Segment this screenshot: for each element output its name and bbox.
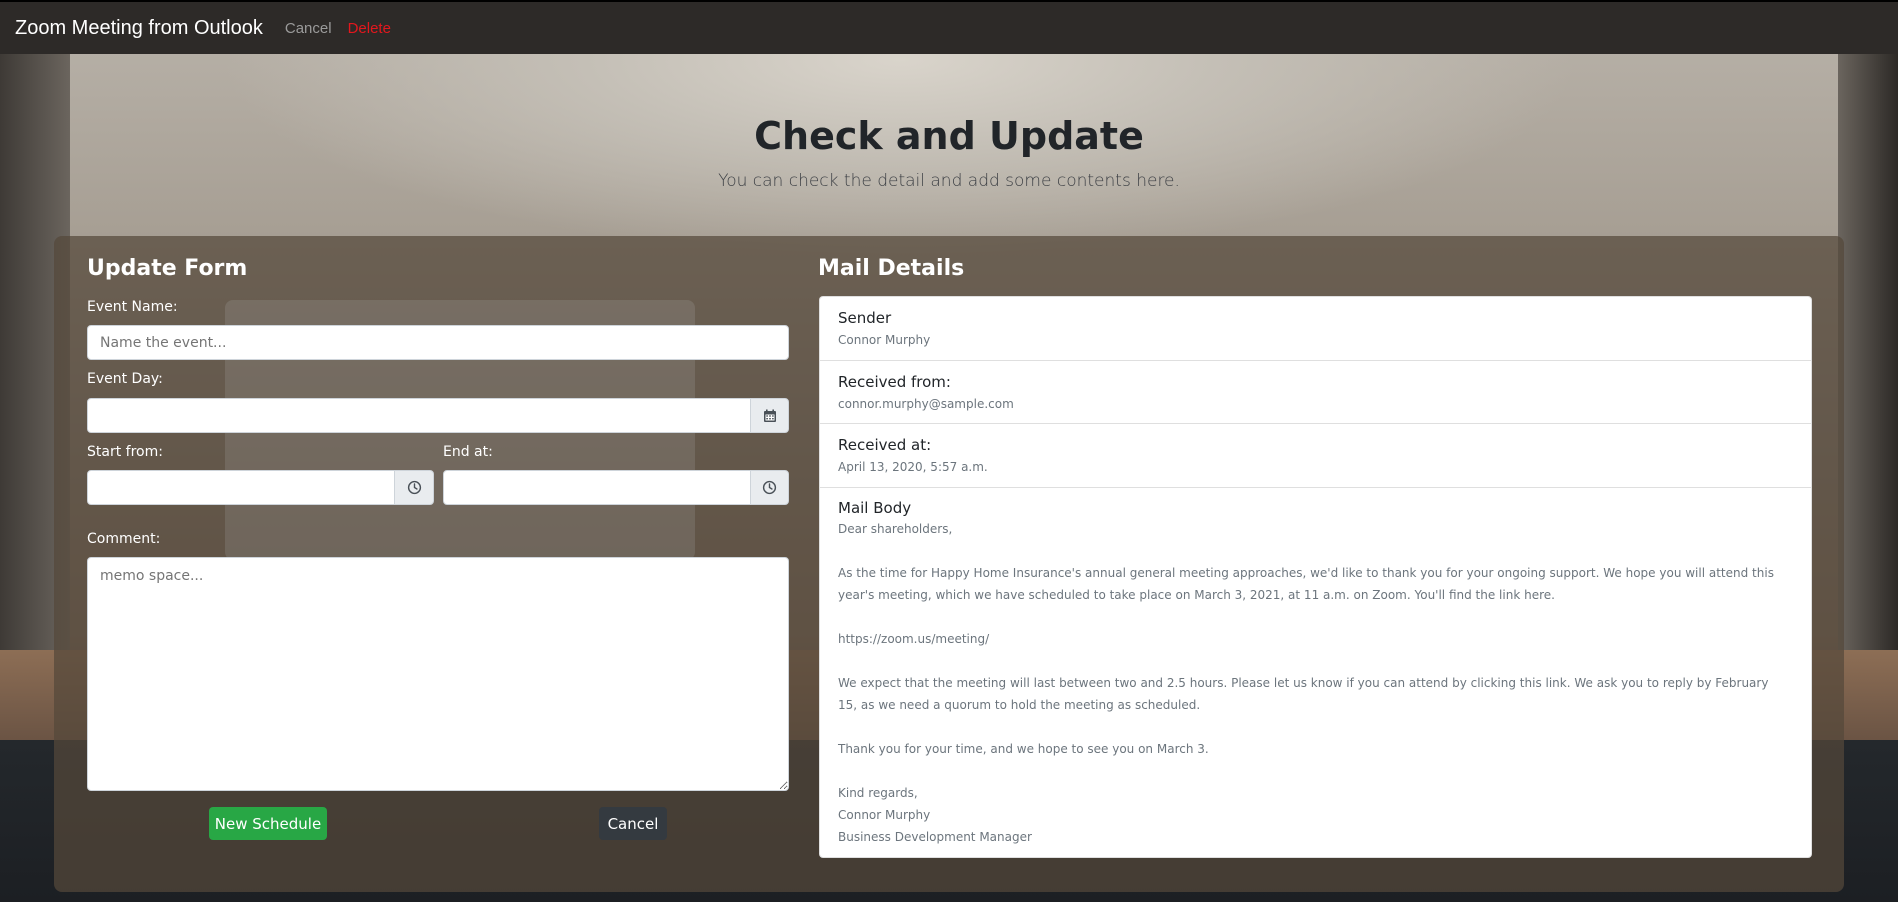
mail-body-line: Kind regards, xyxy=(838,786,918,800)
mail-body-text: Dear shareholders, As the time for Happy… xyxy=(838,518,1788,848)
mail-body-blank xyxy=(838,606,1788,628)
mail-body-blank xyxy=(838,716,1788,738)
sender-label: Sender xyxy=(838,309,892,327)
mail-body-line: Thank you for your time, and we hope to … xyxy=(838,742,1209,756)
page-title: Check and Update xyxy=(754,114,1144,158)
start-time-input[interactable] xyxy=(87,470,395,505)
navbar-brand[interactable]: Zoom Meeting from Outlook xyxy=(15,17,263,40)
received-from-value: connor.murphy@sample.com xyxy=(838,397,1014,411)
calendar-button[interactable] xyxy=(750,398,789,433)
update-form-title: Update Form xyxy=(87,256,248,281)
mail-sender-item: Sender Connor Murphy xyxy=(820,297,1811,361)
mail-body-line: We expect that the meeting will last bet… xyxy=(838,676,1769,712)
received-at-label: Received at: xyxy=(838,436,932,454)
mail-body-line: As the time for Happy Home Insurance's a… xyxy=(838,566,1774,602)
mail-body-blank xyxy=(838,540,1788,562)
end-time-input[interactable] xyxy=(443,470,751,505)
received-at-value: April 13, 2020, 5:57 a.m. xyxy=(838,460,988,474)
start-time-button[interactable] xyxy=(394,470,434,505)
comment-textarea[interactable] xyxy=(87,557,789,791)
clock-icon xyxy=(407,480,421,495)
mail-body-line: Dear shareholders, xyxy=(838,522,953,536)
start-from-label: Start from: xyxy=(87,444,163,460)
mail-body-line: Business Development Manager xyxy=(838,830,1032,844)
new-schedule-button[interactable]: New Schedule xyxy=(209,807,327,840)
event-name-input[interactable] xyxy=(87,325,789,360)
mail-body-line: Connor Murphy xyxy=(838,808,931,822)
event-day-label: Event Day: xyxy=(87,371,163,387)
end-time-button[interactable] xyxy=(750,470,789,505)
mail-details-card: Sender Connor Murphy Received from: conn… xyxy=(819,296,1812,858)
sender-value: Connor Murphy xyxy=(838,333,931,347)
mail-body-item: Mail Body Dear shareholders, As the time… xyxy=(820,488,1811,857)
mail-body-label: Mail Body xyxy=(838,499,912,517)
clock-icon xyxy=(762,480,777,495)
page-subtitle: You can check the detail and add some co… xyxy=(718,171,1180,191)
mail-body-blank xyxy=(838,760,1788,782)
mail-received-from-item: Received from: connor.murphy@sample.com xyxy=(820,361,1811,424)
mail-body-blank xyxy=(838,650,1788,672)
event-day-input[interactable] xyxy=(87,398,751,433)
top-navbar: Zoom Meeting from Outlook Cancel Delete xyxy=(0,0,1898,54)
mail-received-at-item: Received at: April 13, 2020, 5:57 a.m. xyxy=(820,424,1811,488)
received-from-label: Received from: xyxy=(838,373,951,391)
nav-cancel-link[interactable]: Cancel xyxy=(285,20,332,37)
mail-body-link[interactable]: https://zoom.us/meeting/ xyxy=(838,628,1788,650)
end-at-label: End at: xyxy=(443,444,493,460)
calendar-icon xyxy=(763,409,776,422)
event-name-label: Event Name: xyxy=(87,299,178,315)
comment-label: Comment: xyxy=(87,531,161,547)
form-cancel-button[interactable]: Cancel xyxy=(599,807,667,840)
nav-delete-link[interactable]: Delete xyxy=(348,20,391,37)
mail-details-title: Mail Details xyxy=(818,256,965,281)
